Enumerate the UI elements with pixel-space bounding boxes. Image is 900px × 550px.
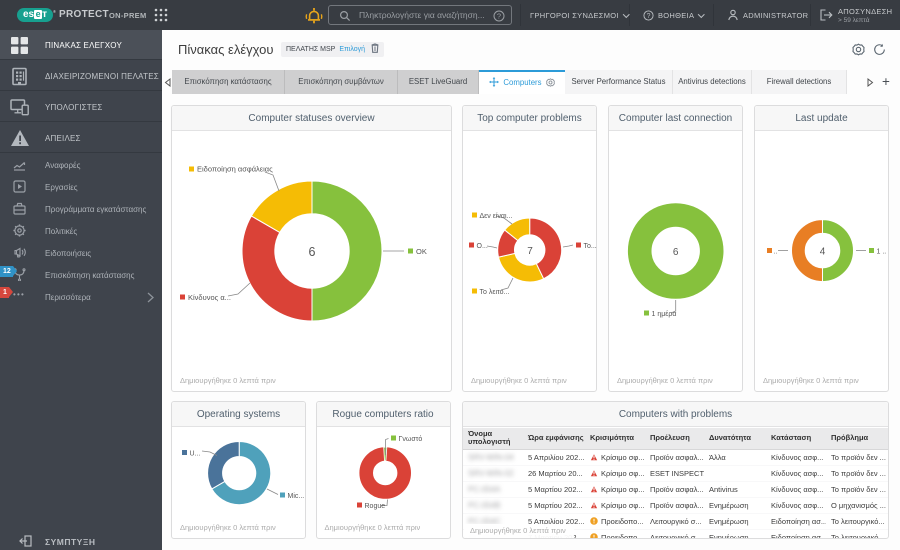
svg-text:ΟΚ: ΟΚ bbox=[416, 247, 427, 256]
svg-text:Ο...: Ο... bbox=[477, 243, 488, 250]
svg-text:6: 6 bbox=[309, 245, 316, 259]
svg-text:?: ? bbox=[497, 12, 501, 21]
svg-text:Γνωστό: Γνωστό bbox=[398, 435, 422, 443]
svg-text:4: 4 bbox=[820, 247, 826, 258]
svg-text:Rogue: Rogue bbox=[364, 503, 385, 510]
svg-text:7: 7 bbox=[527, 246, 533, 257]
svg-text:Mic...: Mic... bbox=[288, 493, 305, 500]
svg-text:Κίνδυνος α...: Κίνδυνος α... bbox=[188, 293, 231, 302]
svg-text:1 ημέρα: 1 ημέρα bbox=[652, 310, 677, 318]
svg-text:U...: U... bbox=[190, 451, 201, 458]
svg-text:1 ..: 1 .. bbox=[877, 249, 887, 256]
svg-text:?: ? bbox=[647, 13, 651, 20]
svg-text:6: 6 bbox=[673, 247, 679, 258]
svg-text:..: .. bbox=[774, 249, 778, 256]
svg-text:Το λειτο...: Το λειτο... bbox=[480, 289, 510, 296]
svg-text:Ειδοποίηση ασφάλειας: Ειδοποίηση ασφάλειας bbox=[197, 165, 273, 174]
svg-text:Το...: Το... bbox=[584, 243, 597, 250]
svg-text:Δεν είναι...: Δεν είναι... bbox=[480, 212, 513, 220]
